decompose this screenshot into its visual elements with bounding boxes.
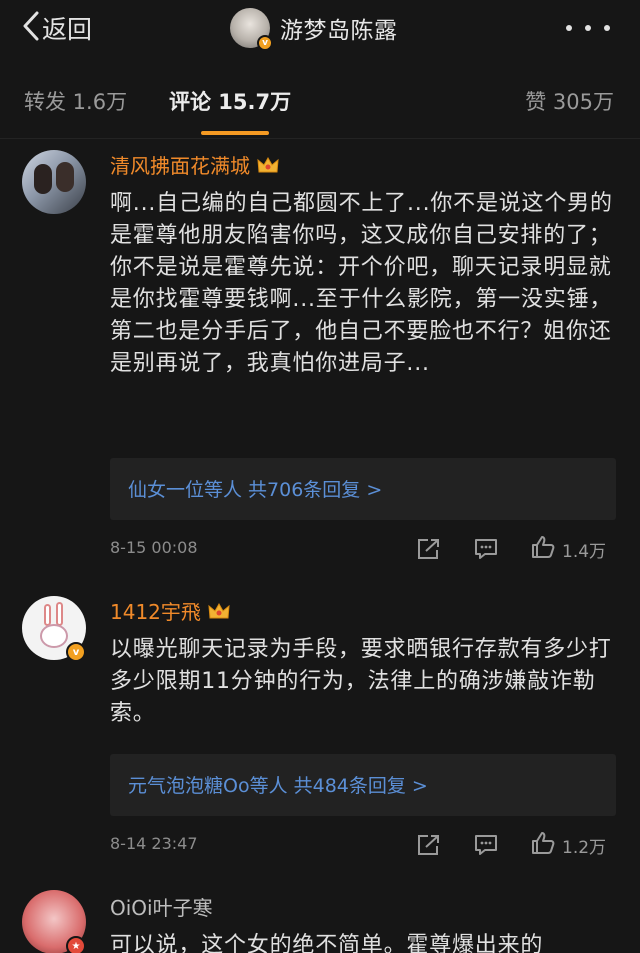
replies-link[interactable]: 仙女一位等人 共706条回复 > (110, 458, 616, 520)
crown-icon (207, 601, 231, 621)
active-tab-indicator (201, 131, 269, 135)
thumbs-up-icon (530, 830, 556, 860)
like-button[interactable]: 1.2万 (530, 830, 606, 860)
comment-text: 可以说，这个女的绝不简单。霍尊爆出来的 (110, 933, 544, 953)
comment-text: 以曝光聊天记录为手段，要求晒银行存款有多少打多少限期11分钟的行为，法律上的确涉… (110, 637, 612, 726)
back-label: 返回 (42, 15, 93, 44)
tab-likes[interactable]: 赞 305万 (525, 86, 614, 116)
avatar[interactable] (22, 150, 86, 214)
weibo-comment-page: 返回 v 游梦岛陈露 转发 1.6万 评论 15.7万 赞 305万 清风拂面花… (0, 0, 640, 953)
reply-icon[interactable] (471, 534, 501, 564)
comment-time: 8-14 23:47 (110, 834, 198, 853)
comment-time: 8-15 00:08 (110, 538, 198, 557)
comment-username[interactable]: OiOi叶子寒 (110, 892, 213, 921)
header-profile[interactable]: v 游梦岛陈露 (230, 6, 398, 51)
comment-meta: 8-15 00:08 1.4万 (110, 534, 620, 564)
crown-icon (256, 155, 280, 175)
tab-reposts[interactable]: 转发 1.6万 (24, 86, 127, 116)
like-button[interactable]: 1.4万 (530, 534, 606, 564)
verified-badge-icon: v (257, 35, 273, 51)
comment-username[interactable]: 清风拂面花满城 (110, 150, 280, 179)
tab-bar: 转发 1.6万 评论 15.7万 赞 305万 (0, 66, 640, 138)
reply-icon[interactable] (471, 830, 501, 860)
like-count: 1.2万 (562, 837, 607, 858)
verified-badge-icon: v (66, 642, 86, 662)
thumbs-up-icon (530, 534, 556, 564)
replies-link[interactable]: 元气泡泡糖Oo等人 共484条回复 > (110, 754, 616, 816)
comment-text: 啊...自己编的自己都圆不上了...你不是说这个男的是霍尊他朋友陷害你吗，这又成… (110, 191, 613, 376)
comment-username[interactable]: 1412宇飛 (110, 596, 231, 625)
username-text: 清风拂面花满城 (110, 154, 250, 178)
top-bar: 返回 v 游梦岛陈露 (0, 0, 640, 64)
chevron-left-icon (22, 10, 40, 46)
username-text: 1412宇飛 (110, 600, 201, 624)
replies-text: 仙女一位等人 共706条回复 > (128, 479, 383, 501)
avatar[interactable]: v (230, 8, 273, 51)
divider (0, 138, 640, 139)
share-icon[interactable] (414, 534, 444, 564)
member-badge-icon: ★ (66, 936, 86, 953)
comment-meta: 8-14 23:47 1.2万 (110, 830, 620, 860)
share-icon[interactable] (414, 830, 444, 860)
tab-comments[interactable]: 评论 15.7万 (169, 86, 291, 116)
replies-text: 元气泡泡糖Oo等人 共484条回复 > (128, 775, 428, 797)
page-title: 游梦岛陈露 (280, 18, 398, 44)
more-options-icon[interactable] (566, 22, 610, 34)
username-text: OiOi叶子寒 (110, 896, 213, 920)
back-button[interactable]: 返回 (22, 8, 92, 48)
like-count: 1.4万 (562, 541, 607, 562)
